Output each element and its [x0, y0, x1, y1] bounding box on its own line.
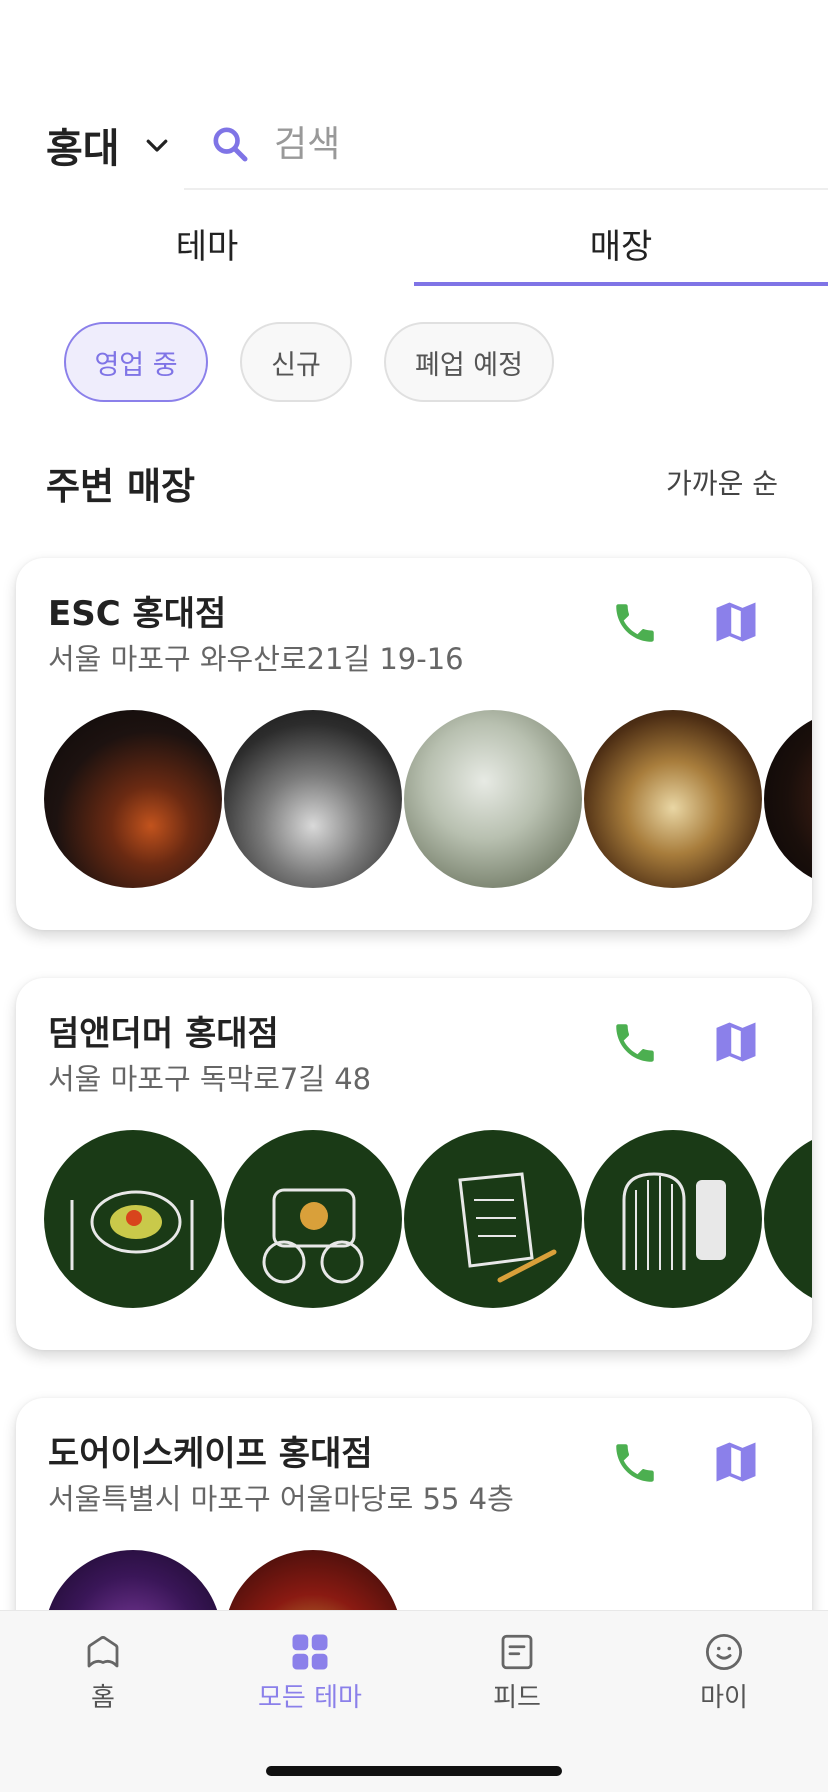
store-address: 서울 마포구 독막로7길 48 [48, 1062, 372, 1096]
theme-thumbnail[interactable] [224, 1130, 402, 1308]
store-card[interactable]: 덤앤더머 홍대점 서울 마포구 독막로7길 48 [16, 978, 812, 1350]
plate-illustration [70, 1190, 194, 1270]
top-bar: 홍대 [0, 100, 828, 190]
store-name: ESC 홍대점 [48, 594, 227, 634]
search-bar[interactable] [184, 100, 828, 190]
tab-bar: 테마 매장 [0, 200, 828, 286]
paper-illustration [458, 1172, 557, 1283]
map-icon[interactable] [710, 1436, 762, 1488]
theme-thumbnails [44, 1130, 812, 1308]
bottom-navigation: 홈 모든 테마 피드 마이 [0, 1610, 828, 1792]
store-card[interactable]: ESC 홍대점 서울 마포구 와우산로21길 19-16 [16, 558, 812, 930]
gate-illustration [622, 1172, 726, 1270]
nav-label: 피드 [493, 1683, 541, 1713]
region-selector[interactable]: 홍대 [46, 116, 172, 174]
tab-stores[interactable]: 매장 [414, 200, 828, 286]
search-icon [213, 127, 248, 162]
region-label: 홍대 [46, 126, 120, 172]
home-indicator [266, 1766, 562, 1776]
store-address: 서울 마포구 와우산로21길 19-16 [48, 642, 464, 676]
nav-all-themes[interactable]: 모든 테마 [230, 1631, 390, 1714]
store-address: 서울특별시 마포구 어울마당로 55 4층 [48, 1482, 514, 1516]
theme-thumbnail[interactable] [584, 1130, 762, 1308]
theme-thumbnail[interactable] [44, 1130, 222, 1308]
theme-thumbnails [44, 710, 812, 888]
theme-thumbnail[interactable] [584, 710, 762, 888]
carriage-illustration [262, 1188, 364, 1284]
theme-thumbnail[interactable] [224, 710, 402, 888]
feed-icon [501, 1634, 533, 1670]
nav-label: 마이 [700, 1683, 748, 1713]
filter-chips: 영업 중 신규 폐업 예정 [64, 322, 586, 402]
sort-button[interactable]: 가까운 순 [666, 462, 778, 502]
theme-thumbnail[interactable] [44, 710, 222, 888]
section-title: 주변 매장 [46, 465, 196, 508]
phone-icon[interactable] [610, 1018, 660, 1068]
filter-new-chip[interactable]: 신규 [240, 322, 352, 402]
search-input[interactable] [274, 123, 734, 165]
nav-label: 홈 [91, 1683, 115, 1713]
nav-feed[interactable]: 피드 [437, 1631, 597, 1714]
theme-thumbnail[interactable] [764, 1130, 812, 1308]
tab-themes[interactable]: 테마 [0, 200, 414, 286]
store-name: 도어이스케이프 홍대점 [48, 1434, 373, 1474]
map-icon[interactable] [710, 1016, 762, 1068]
grid-icon [292, 1634, 328, 1670]
theme-thumbnail[interactable] [404, 1130, 582, 1308]
store-name: 덤앤더머 홍대점 [48, 1014, 279, 1054]
home-icon [87, 1636, 119, 1668]
chevron-down-icon [146, 139, 167, 152]
map-icon[interactable] [710, 596, 762, 648]
theme-thumbnail[interactable] [764, 710, 812, 888]
nav-home[interactable]: 홈 [23, 1631, 183, 1714]
nav-label: 모든 테마 [258, 1683, 362, 1713]
phone-icon[interactable] [610, 1438, 660, 1488]
filter-closing-chip[interactable]: 폐업 예정 [384, 322, 554, 402]
smile-icon [705, 1633, 743, 1671]
phone-icon[interactable] [610, 598, 660, 648]
filter-open-chip[interactable]: 영업 중 [64, 322, 208, 402]
theme-thumbnail[interactable] [404, 710, 582, 888]
nav-my[interactable]: 마이 [644, 1631, 804, 1714]
